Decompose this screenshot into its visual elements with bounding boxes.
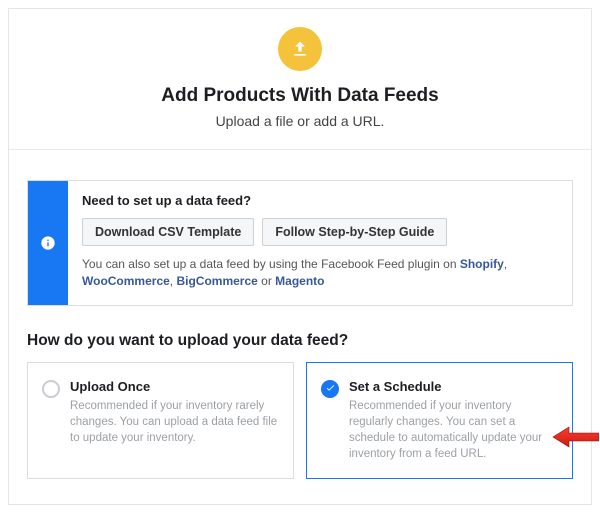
follow-guide-button[interactable]: Follow Step-by-Step Guide [262,218,447,246]
annotation-arrow [551,425,599,454]
option-set-schedule[interactable]: Set a Schedule Recommended if your inven… [306,362,573,479]
option-upload-once[interactable]: Upload Once Recommended if your inventor… [27,362,294,479]
radio-upload-once[interactable] [42,380,60,398]
upload-icon [278,27,322,71]
page-subtitle: Upload a file or add a URL. [29,113,571,129]
hero-section: Add Products With Data Feeds Upload a fi… [9,9,591,149]
radio-set-schedule[interactable] [321,380,339,398]
magento-link[interactable]: Magento [275,274,324,288]
info-text: You can also set up a data feed by using… [82,256,558,291]
info-stripe [28,181,68,305]
check-icon [325,383,336,394]
bigcommerce-link[interactable]: BigCommerce [176,274,257,288]
woocommerce-link[interactable]: WooCommerce [82,274,170,288]
info-text-prefix: You can also set up a data feed by using… [82,257,460,271]
option-set-schedule-desc: Recommended if your inventory regularly … [349,398,558,462]
shopify-link[interactable]: Shopify [460,257,504,271]
option-upload-once-title: Upload Once [70,379,279,394]
info-title: Need to set up a data feed? [82,193,558,208]
upload-question: How do you want to upload your data feed… [27,332,573,350]
info-box: Need to set up a data feed? Download CSV… [27,180,573,306]
download-csv-button[interactable]: Download CSV Template [82,218,254,246]
option-set-schedule-title: Set a Schedule [349,379,558,394]
option-upload-once-desc: Recommended if your inventory rarely cha… [70,398,279,446]
page-title: Add Products With Data Feeds [29,85,571,107]
divider [9,149,591,150]
info-icon [40,235,56,251]
